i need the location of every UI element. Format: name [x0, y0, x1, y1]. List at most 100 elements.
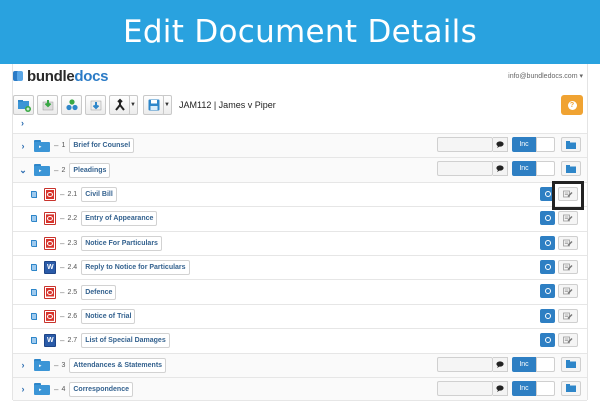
document-number: 2.4 [67, 264, 78, 272]
book-icon [31, 337, 37, 345]
bundle-tree: › ▸ –1 Brief for Counsel Inc ⌄ ▸ –2 Pleadings Inc… [13, 133, 587, 401]
document-name[interactable]: Defence [81, 284, 117, 300]
document-row[interactable]: –2.5 Defence [13, 279, 587, 304]
document-number: 2.3 [67, 239, 78, 247]
collapse-all-toggle[interactable]: › [21, 118, 24, 128]
tree-dash: – [60, 214, 65, 224]
open-folder-button[interactable] [561, 161, 581, 177]
help-button[interactable]: ? [561, 95, 583, 115]
document-number: 2.1 [67, 190, 78, 198]
edit-details-button[interactable] [558, 211, 578, 226]
folder-note-input[interactable] [437, 380, 493, 396]
document-name[interactable]: Notice For Particulars [81, 235, 162, 251]
comment-button[interactable] [493, 356, 508, 372]
merge-dropdown-button[interactable]: ▼ [129, 95, 138, 115]
edit-details-button[interactable] [558, 235, 578, 250]
edit-details-button[interactable] [558, 308, 578, 323]
include-toggle[interactable]: Inc [512, 161, 555, 177]
folder-note-input[interactable] [437, 161, 493, 177]
tree-dash: – [54, 141, 59, 151]
word-file-icon: W [44, 334, 56, 348]
user-menu[interactable]: info@bundledocs.com ▾ [508, 72, 583, 80]
comment-button[interactable] [493, 161, 508, 177]
tree-dash: – [60, 263, 65, 273]
edit-icon [563, 263, 573, 271]
tree-dash: – [60, 287, 65, 297]
folder-icon [566, 164, 576, 173]
share-button[interactable] [61, 95, 82, 115]
document-row[interactable]: W –2.7 List of Special Damages [13, 328, 587, 353]
add-folder-button[interactable] [13, 95, 34, 115]
folder-number: 2 [61, 166, 66, 174]
download-button[interactable] [85, 95, 106, 115]
comment-icon [496, 360, 504, 368]
logo-text-accent: docs [74, 67, 109, 85]
preview-button[interactable] [540, 211, 555, 226]
document-row[interactable]: –2.6 Notice of Trial [13, 303, 587, 329]
include-toggle-off [536, 356, 555, 372]
folder-name[interactable]: Pleadings [69, 162, 111, 178]
include-toggle[interactable]: Inc [512, 356, 555, 372]
include-toggle-on: Inc [512, 161, 536, 177]
expand-caret-icon[interactable]: ⌄ [18, 165, 28, 176]
preview-button[interactable] [540, 235, 555, 250]
edit-details-button[interactable] [558, 284, 578, 299]
include-toggle[interactable]: Inc [512, 137, 555, 152]
edit-details-button[interactable] [558, 259, 578, 274]
include-toggle-on: Inc [512, 380, 536, 396]
folder-row[interactable]: › ▸ –3 Attendances & Statements Inc [13, 352, 587, 377]
logo-text-main: bundle [27, 67, 75, 85]
document-row[interactable]: W –2.4 Reply to Notice for Particulars [13, 254, 587, 280]
comment-button[interactable] [493, 137, 508, 152]
folder-row[interactable]: › ▸ –4 Correspondence Inc [13, 376, 587, 401]
include-toggle-on: Inc [512, 356, 536, 372]
document-row[interactable]: –2.3 Notice For Particulars [13, 230, 587, 255]
edit-details-button[interactable] [558, 333, 578, 348]
folder-name[interactable]: Attendances & Statements [69, 357, 167, 373]
preview-button[interactable] [540, 284, 555, 299]
document-row[interactable]: –2.1 Civil Bill [13, 181, 587, 207]
help-icon: ? [567, 100, 577, 110]
document-name[interactable]: Reply to Notice for Particulars [81, 260, 190, 276]
folder-row[interactable]: ⌄ ▸ –2 Pleadings Inc [13, 157, 587, 182]
folder-row[interactable]: › ▸ –1 Brief for Counsel Inc [13, 133, 587, 158]
preview-button[interactable] [540, 308, 555, 323]
book-icon [31, 264, 37, 272]
expand-caret-icon[interactable]: › [18, 360, 28, 370]
preview-button[interactable] [540, 259, 555, 274]
import-button[interactable] [37, 95, 58, 115]
document-name[interactable]: Civil Bill [81, 186, 117, 202]
book-icon [31, 215, 37, 223]
pdf-file-icon [44, 309, 56, 323]
preview-icon [544, 190, 551, 197]
folder-note-input[interactable] [437, 137, 493, 152]
save-button[interactable] [143, 95, 164, 115]
document-name[interactable]: List of Special Damages [81, 333, 170, 349]
folder-number: 1 [61, 142, 66, 150]
folder-name[interactable]: Brief for Counsel [69, 138, 135, 154]
include-toggle-off [536, 161, 555, 177]
preview-button[interactable] [540, 333, 555, 348]
save-dropdown-button[interactable]: ▼ [163, 95, 172, 115]
include-toggle[interactable]: Inc [512, 380, 555, 396]
document-row[interactable]: –2.2 Entry of Appearance [13, 206, 587, 231]
folder-name[interactable]: Correspondence [69, 381, 133, 397]
open-folder-button[interactable] [561, 137, 581, 152]
book-icon [31, 239, 37, 247]
comment-button[interactable] [493, 380, 508, 396]
merge-button[interactable] [109, 95, 130, 115]
open-folder-button[interactable] [561, 356, 581, 372]
edit-icon [563, 214, 573, 222]
expand-caret-icon[interactable]: › [18, 141, 28, 151]
folder-number: 3 [61, 361, 66, 369]
document-number: 2.5 [67, 288, 78, 296]
edit-highlight-box [552, 181, 584, 210]
open-folder-button[interactable] [561, 380, 581, 396]
edit-icon [563, 312, 573, 320]
document-name[interactable]: Notice of Trial [81, 308, 136, 324]
expand-caret-icon[interactable]: › [18, 384, 28, 394]
document-name[interactable]: Entry of Appearance [81, 211, 158, 227]
page-banner: Edit Document Details [0, 0, 600, 64]
folder-note-input[interactable] [437, 356, 493, 372]
logo-mark-icon [13, 71, 25, 81]
